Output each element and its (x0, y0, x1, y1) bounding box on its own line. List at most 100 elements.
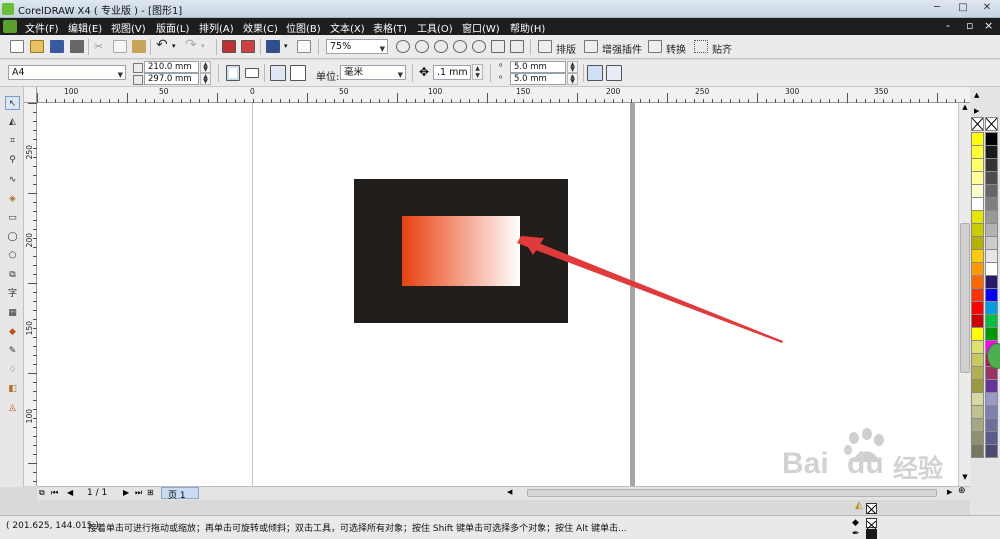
smart-fill-tool-icon[interactable]: ◈ (5, 192, 20, 206)
duplicate-x-input[interactable]: 5.0 mm (510, 61, 566, 73)
launcher-dropdown-icon[interactable]: ▾ (284, 40, 298, 53)
export-icon[interactable] (241, 40, 255, 53)
no-outline-swatch[interactable] (985, 117, 998, 131)
color-swatch[interactable] (985, 171, 998, 185)
portrait-icon[interactable] (226, 65, 240, 81)
redo-dropdown-icon[interactable]: ▾ (201, 40, 215, 53)
color-swatch[interactable] (971, 210, 984, 224)
first-page-icon[interactable]: ⏮ (51, 488, 58, 498)
color-swatch[interactable] (971, 249, 984, 263)
print-icon[interactable] (70, 40, 84, 53)
color-swatch[interactable] (985, 210, 998, 224)
color-swatch[interactable] (985, 327, 998, 341)
scroll-left-icon[interactable]: ◀ (507, 488, 512, 496)
paste-icon[interactable] (132, 40, 146, 53)
color-swatch[interactable] (971, 288, 984, 302)
color-swatch[interactable] (971, 132, 984, 146)
zoom-out-icon[interactable] (415, 40, 429, 53)
page-height-spinner[interactable]: ▲ ▼ (200, 73, 211, 85)
maximize-button[interactable]: □ (950, 0, 976, 16)
ellipse-tool-icon[interactable]: ◯ (5, 230, 20, 244)
menu-edit[interactable]: 编辑(E) (68, 20, 102, 35)
close-button[interactable]: ✕ (974, 0, 1000, 16)
menu-effects[interactable]: 效果(C) (243, 20, 278, 35)
color-swatch[interactable] (971, 301, 984, 315)
color-swatch[interactable] (971, 405, 984, 419)
color-swatch[interactable] (971, 379, 984, 393)
welcome-screen-icon[interactable] (297, 40, 311, 53)
undo-dropdown-icon[interactable]: ▾ (172, 40, 186, 53)
horizontal-scroll-thumb[interactable] (527, 489, 937, 497)
nudge-spinner[interactable]: ▲ ▼ (472, 64, 483, 80)
polygon-tool-icon[interactable]: ⬠ (5, 249, 20, 263)
color-swatch[interactable] (971, 366, 984, 380)
unit-select[interactable]: 毫米 ▼ (340, 65, 406, 80)
color-swatch[interactable] (971, 223, 984, 237)
color-swatch[interactable] (971, 353, 984, 367)
palette-scroll-up-icon[interactable]: ▲ (974, 91, 979, 99)
last-page-icon[interactable]: ⏭ (135, 488, 142, 498)
color-swatch[interactable] (985, 314, 998, 328)
doc-close-button[interactable]: × (984, 19, 993, 32)
color-swatch[interactable] (971, 158, 984, 172)
color-swatch[interactable] (985, 132, 998, 146)
ruler-origin[interactable] (24, 87, 37, 103)
color-swatch[interactable] (971, 392, 984, 406)
color-swatch[interactable] (971, 314, 984, 328)
next-page-icon[interactable]: ▶ (123, 488, 129, 497)
page-tab[interactable]: 页 1 (161, 487, 199, 501)
menu-arrange[interactable]: 排列(A) (199, 20, 234, 35)
vertical-scroll-thumb[interactable] (960, 223, 970, 373)
nudge-distance-input[interactable]: .1 mm (433, 65, 471, 80)
layout-button[interactable]: 排版 (556, 41, 576, 56)
snap-button[interactable]: 贴齐 (712, 41, 732, 56)
color-swatch[interactable] (971, 171, 984, 185)
vertical-ruler[interactable]: 250 200 150 100 (24, 103, 37, 486)
doc-restore-button[interactable]: ▫ (966, 19, 973, 32)
fill-tool-icon[interactable]: ◧ (5, 382, 20, 396)
duplicate-y-spinner[interactable]: ▲ ▼ (567, 73, 578, 85)
color-swatch[interactable] (971, 444, 984, 458)
zoom-level-select[interactable]: 75% ▼ (326, 39, 388, 54)
page-width-spinner[interactable]: ▲ ▼ (200, 61, 211, 73)
rectangle-tool-icon[interactable]: ▭ (5, 211, 20, 225)
scroll-down-icon[interactable]: ▼ (960, 473, 970, 485)
prev-page-icon[interactable]: ◀ (67, 488, 73, 497)
color-swatch[interactable] (985, 392, 998, 406)
undo-icon[interactable]: ↶ (156, 38, 170, 52)
import-icon[interactable] (222, 40, 236, 53)
crop-tool-icon[interactable]: ⌗ (5, 134, 20, 148)
page-width-input[interactable]: 210.0 mm (144, 61, 199, 73)
landscape-icon[interactable] (245, 68, 259, 78)
color-swatch[interactable] (985, 223, 998, 237)
menu-table[interactable]: 表格(T) (373, 20, 407, 35)
color-swatch[interactable] (985, 184, 998, 198)
redo-icon[interactable]: ↷ (185, 38, 199, 52)
color-swatch[interactable] (971, 184, 984, 198)
menu-text[interactable]: 文本(X) (330, 20, 365, 35)
interactive-blend-tool-icon[interactable]: ◆ (5, 325, 20, 339)
table-tool-icon[interactable]: ▦ (5, 306, 20, 320)
color-swatch[interactable] (971, 431, 984, 445)
menu-file[interactable]: 文件(F) (25, 20, 59, 35)
convert-button[interactable]: 转换 (666, 41, 686, 56)
gradient-rectangle[interactable] (402, 216, 520, 286)
save-icon[interactable] (50, 40, 64, 53)
color-swatch[interactable] (971, 236, 984, 250)
add-page-icon[interactable]: ⊞ (147, 488, 154, 497)
color-swatch[interactable] (985, 262, 998, 276)
color-swatch[interactable] (985, 197, 998, 211)
freehand-tool-icon[interactable]: ∿ (5, 173, 20, 187)
draw-bezier-icon[interactable] (606, 65, 622, 81)
zoom-page-icon[interactable] (472, 40, 486, 53)
color-swatch[interactable] (985, 249, 998, 263)
palette-flyout-icon[interactable]: ▶ (974, 107, 979, 115)
color-swatch[interactable] (985, 444, 998, 458)
navigator-zoom-icon[interactable]: ⊕ (958, 486, 970, 500)
menu-window[interactable]: 窗口(W) (462, 20, 500, 35)
color-swatch[interactable] (971, 262, 984, 276)
color-swatch[interactable] (985, 158, 998, 172)
color-swatch[interactable] (985, 379, 998, 393)
doc-minimize-button[interactable]: - (946, 19, 950, 32)
color-swatch[interactable] (985, 236, 998, 250)
